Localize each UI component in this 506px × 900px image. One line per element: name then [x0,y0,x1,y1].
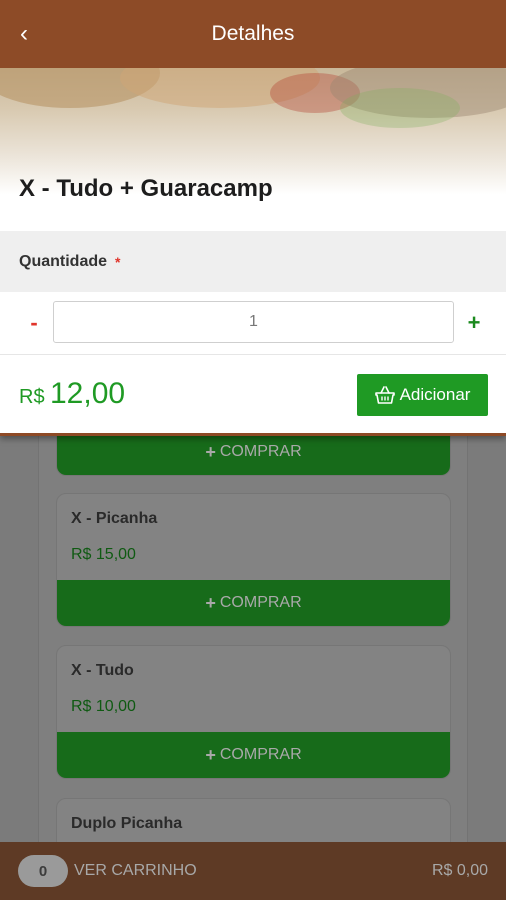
price-value: 12,00 [50,377,126,410]
product-card: X - Tudo R$ 10,00 + COMPRAR [56,645,451,779]
product-card: X - Picanha R$ 15,00 + COMPRAR [56,493,451,627]
cart-bar[interactable]: 0 VER CARRINHO R$ 0,00 [0,842,506,900]
product-card-price: R$ 10,00 [71,698,136,715]
product-card-name: Duplo Picanha [71,815,183,832]
buy-button-label: COMPRAR [219,443,302,460]
buy-button[interactable]: + COMPRAR [57,732,450,778]
plus-icon: + [205,592,216,613]
quantity-stepper: - + [0,292,506,354]
cart-total: R$ 0,00 [431,862,488,879]
decrease-quantity-button[interactable]: - [22,308,46,338]
price-row: R$ 12,00 Adicionar [0,354,506,433]
price-currency: R$ [19,386,45,408]
quantity-input[interactable] [53,301,454,343]
plus-icon: + [205,441,216,462]
chevron-left-icon: ‹ [20,20,28,47]
add-to-cart-label: Adicionar [399,385,471,404]
page-title: Detalhes [211,22,295,45]
product-image [0,68,506,230]
cart-count-badge: 0 [18,855,68,887]
plus-icon: + [205,744,216,765]
app-header: ‹ Detalhes [0,0,506,68]
basket-icon [374,386,395,404]
view-cart-label[interactable]: VER CARRINHO [74,862,197,880]
back-button[interactable]: ‹ [12,18,36,50]
product-details-sheet: ‹ Detalhes X - Tudo + Guaracamp Quantida… [0,0,506,436]
buy-button[interactable]: + COMPRAR [57,580,450,626]
add-to-cart-button[interactable]: Adicionar [357,374,488,416]
quantity-section-header: Quantidade * [0,231,506,292]
increase-quantity-button[interactable]: + [462,308,486,338]
product-card-price: R$ 15,00 [71,546,136,563]
product-card-name: X - Tudo [71,662,134,679]
buy-button-label: COMPRAR [219,594,302,611]
required-marker: * [115,253,121,270]
product-title: X - Tudo + Guaracamp [19,175,273,202]
quantity-label: Quantidade [19,252,108,270]
product-card-name: X - Picanha [71,510,158,527]
buy-button-label: COMPRAR [219,746,302,763]
